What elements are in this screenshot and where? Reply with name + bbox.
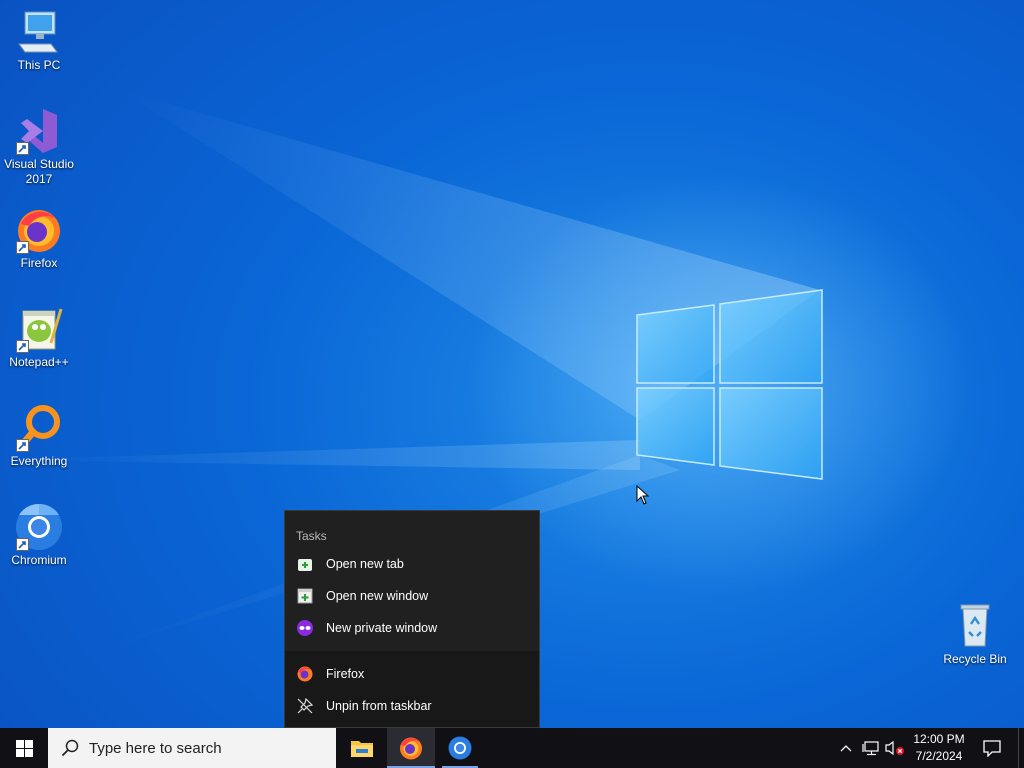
desktop-icon-firefox[interactable]: Firefox (1, 206, 77, 271)
shortcut-arrow-icon (16, 538, 29, 551)
jump-list-firefox[interactable]: Firefox (285, 658, 539, 690)
show-hidden-icons-button[interactable] (836, 728, 856, 768)
private-mask-icon (297, 620, 313, 636)
desktop-icon-label: This PC (17, 58, 61, 72)
desktop-icon-this-pc[interactable]: This PC (1, 8, 77, 73)
computer-icon (15, 8, 63, 56)
clock-date: 7/2/2024 (915, 749, 963, 763)
desktop-icon-everything[interactable]: Everything (1, 404, 77, 469)
taskbar-app-firefox[interactable] (387, 728, 435, 768)
folder-icon (351, 741, 373, 757)
jump-list-item-label: Firefox (326, 667, 365, 681)
chromium-icon (448, 736, 472, 760)
taskbar-app-file-explorer[interactable] (338, 728, 386, 768)
shortcut-arrow-icon (16, 142, 29, 155)
recycle-bin-icon (951, 602, 999, 650)
firefox-icon (400, 737, 422, 760)
unpin-icon (297, 698, 313, 714)
desktop-icon-visual-studio[interactable]: Visual Studio 2017 (1, 107, 77, 187)
firefox-icon (297, 666, 313, 682)
taskbar-search-box[interactable]: Type here to search (48, 728, 336, 768)
new-tab-icon (297, 556, 313, 572)
windows-logo-wallpaper (636, 289, 823, 480)
windows-start-icon (15, 739, 33, 757)
desktop-icon-chromium[interactable]: Chromium (1, 503, 77, 568)
firefox-icon (15, 206, 63, 254)
jump-list-item-label: Unpin from taskbar (326, 699, 432, 713)
chromium-icon (15, 503, 63, 551)
volume-button[interactable] (884, 728, 906, 768)
shortcut-arrow-icon (16, 340, 29, 353)
desktop-icon-label: Everything (10, 454, 68, 468)
jump-list-pinned-section: Firefox Unpin from taskbar (285, 651, 539, 727)
clock-time: 12:00 PM (913, 732, 965, 746)
jump-list-item-label: Open new window (326, 589, 429, 603)
shortcut-arrow-icon (16, 241, 29, 254)
jump-list-section-title: Tasks (296, 529, 327, 543)
desktop-icon-label: Chromium (11, 553, 67, 567)
notepadpp-icon (15, 305, 63, 353)
desktop-icon-recycle-bin[interactable]: Recycle Bin (937, 602, 1013, 667)
search-placeholder: Type here to search (89, 739, 222, 757)
action-center-button[interactable] (978, 728, 1006, 768)
jump-list-item-label: New private window (326, 621, 438, 635)
desktop-icon-notepadpp[interactable]: Notepad++ (1, 305, 77, 370)
notification-icon (983, 739, 1001, 757)
shortcut-arrow-icon (16, 439, 29, 452)
jump-list-open-new-window[interactable]: Open new window (285, 580, 539, 612)
firefox-jump-list: Tasks Open new tab Open new window New p… (284, 510, 540, 728)
jump-list-open-new-tab[interactable]: Open new tab (285, 548, 539, 580)
jump-list-new-private-window[interactable]: New private window (285, 612, 539, 644)
search-icon (61, 739, 79, 757)
visual-studio-icon (15, 107, 63, 155)
taskbar: Type here to search 12:00 PM 7/2/2024 (0, 728, 1024, 768)
network-icon (862, 741, 879, 756)
jump-list-item-label: Open new tab (326, 557, 404, 571)
start-button[interactable] (0, 728, 48, 768)
mouse-cursor (636, 485, 650, 505)
taskbar-clock[interactable]: 12:00 PM 7/2/2024 (905, 728, 973, 768)
jump-list-unpin-from-taskbar[interactable]: Unpin from taskbar (285, 690, 539, 722)
everything-search-icon (15, 404, 63, 452)
desktop-icon-label: Visual Studio 2017 (4, 157, 74, 186)
volume-muted-icon (885, 740, 904, 756)
taskbar-app-chromium[interactable] (436, 728, 484, 768)
new-window-icon (297, 588, 313, 604)
chevron-up-icon (840, 745, 852, 752)
desktop-icon-label: Firefox (20, 256, 58, 270)
desktop-icon-label: Notepad++ (9, 355, 69, 369)
desktop-icon-label: Recycle Bin (943, 652, 1007, 666)
desktop[interactable]: This PC Visual Studio 2017 Firefox Notep… (0, 0, 1024, 768)
network-status-button[interactable] (860, 728, 882, 768)
show-desktop-button[interactable] (1018, 728, 1024, 768)
